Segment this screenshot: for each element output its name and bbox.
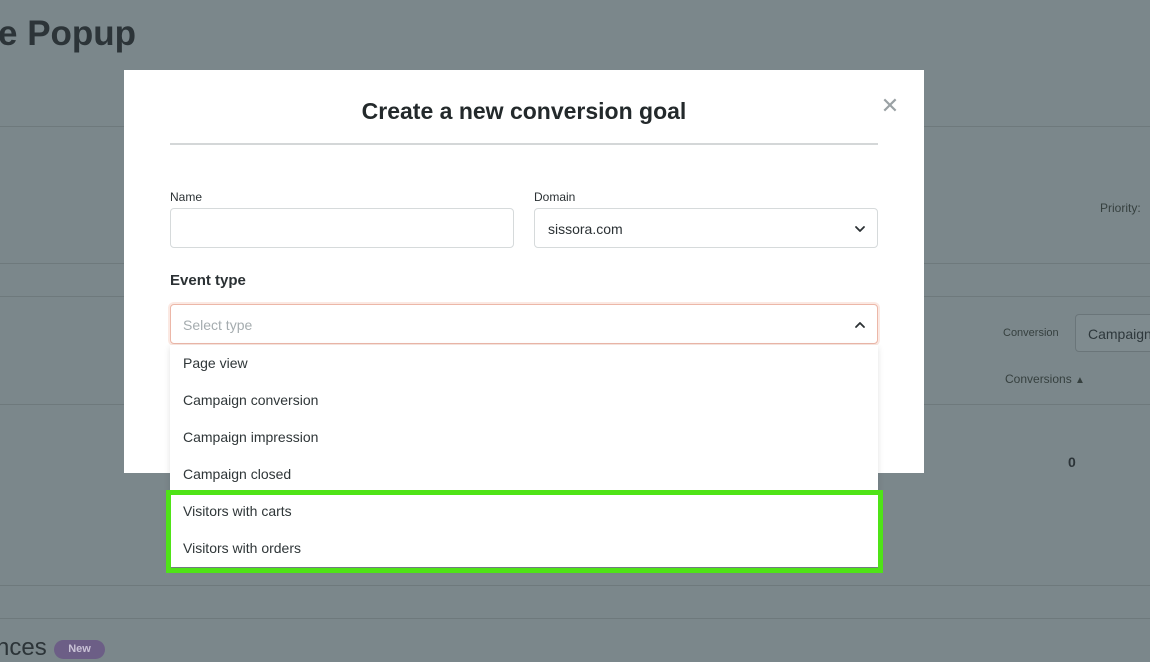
priority-label: Priority: xyxy=(1100,201,1141,215)
modal-divider xyxy=(170,143,878,145)
conversions-value: 0 xyxy=(1068,454,1076,470)
name-label: Name xyxy=(170,190,203,204)
new-badge: New xyxy=(54,640,105,659)
conversion-label: Conversion xyxy=(1003,327,1059,339)
event-type-label: Event type xyxy=(170,272,246,289)
option-visitors-with-orders[interactable]: Visitors with orders xyxy=(170,530,878,567)
conversions-column-label: Conversions xyxy=(1005,372,1072,386)
event-type-dropdown: Page view Campaign conversion Campaign i… xyxy=(170,345,878,567)
event-type-select[interactable]: Select type xyxy=(170,304,878,344)
option-page-view[interactable]: Page view xyxy=(170,345,878,382)
section-title: nces xyxy=(0,634,47,661)
chevron-up-icon xyxy=(855,322,865,328)
divider xyxy=(0,585,1150,586)
option-visitors-with-carts[interactable]: Visitors with carts xyxy=(170,493,878,530)
chevron-down-icon xyxy=(855,226,865,232)
event-type-placeholder: Select type xyxy=(183,317,253,333)
campaign-select[interactable]: Campaign xyxy=(1075,314,1150,352)
domain-label: Domain xyxy=(534,190,576,204)
name-input[interactable] xyxy=(170,208,514,248)
divider xyxy=(0,618,1150,619)
page-title: e Popup xyxy=(0,14,137,53)
close-icon[interactable]: ✕ xyxy=(880,95,900,117)
option-campaign-closed[interactable]: Campaign closed xyxy=(170,456,878,493)
conversions-column-header[interactable]: Conversions ▲︎ xyxy=(1005,372,1085,386)
option-campaign-impression[interactable]: Campaign impression xyxy=(170,419,878,456)
modal-title: Create a new conversion goal xyxy=(361,98,687,124)
domain-select[interactable]: sissora.com xyxy=(534,208,878,248)
domain-select-value: sissora.com xyxy=(548,221,623,237)
option-campaign-conversion[interactable]: Campaign conversion xyxy=(170,382,878,419)
sort-icon: ▲︎ xyxy=(1075,375,1085,386)
